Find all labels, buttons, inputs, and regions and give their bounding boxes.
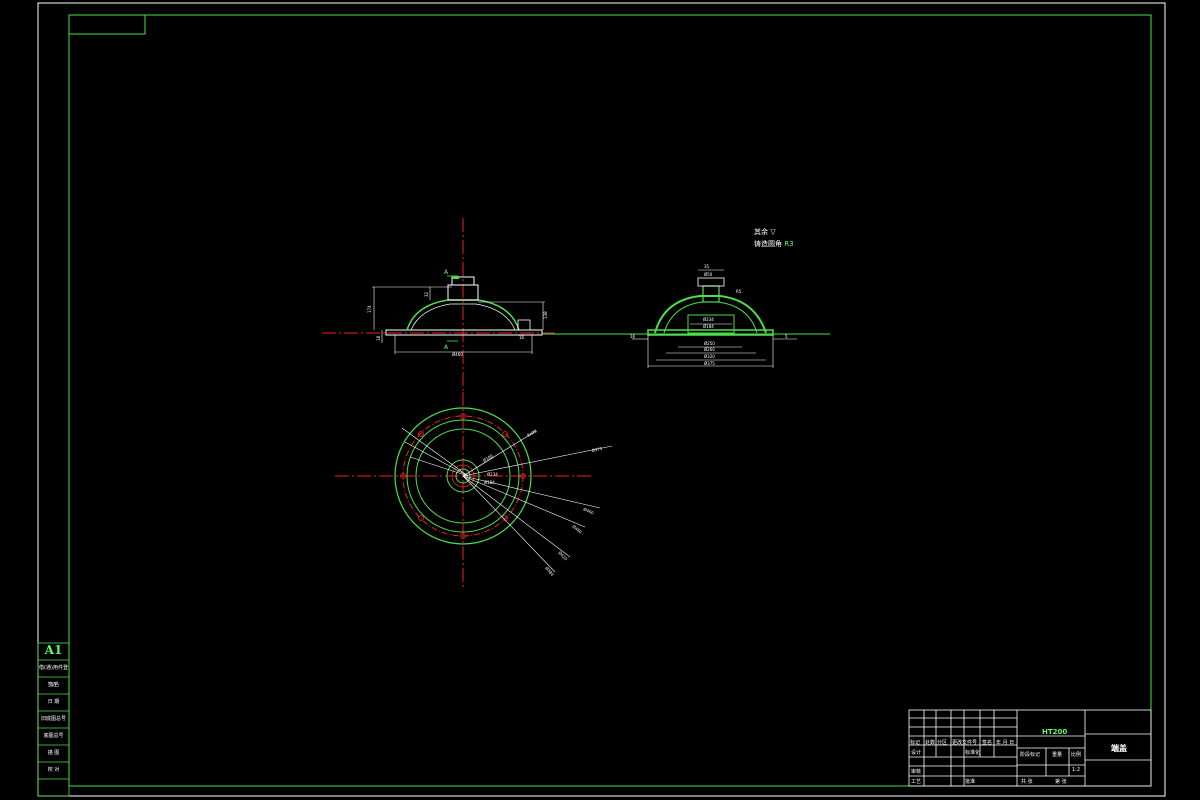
dim-sec-neck: 35 <box>704 264 710 269</box>
sheet-size-label: A1 <box>44 643 63 657</box>
strip-label-2: 签 名 <box>47 682 60 688</box>
header-date: 年 月 日 <box>996 740 1015 746</box>
surface-note: 其余 ▽ <box>754 228 776 236</box>
sheet-number: 第 张 <box>1055 779 1067 785</box>
dim-front-height: 174 <box>367 305 372 313</box>
dim-front-dome: 138 <box>543 311 548 319</box>
dim-plan-234: Ø234 <box>487 472 498 477</box>
material-label: HT200 <box>1042 728 1068 736</box>
weight-header: 重量 <box>1052 752 1063 758</box>
section-mark-top: A <box>444 269 449 276</box>
dim-sec-d320: Ø320 <box>704 354 715 359</box>
row-design: 设计 <box>911 750 922 756</box>
dim-sec-right: 5 <box>785 334 788 339</box>
strip-label-6: 描 图 <box>47 750 60 756</box>
dim-sec-d260: Ø260 <box>704 347 715 352</box>
dim-sec-radius: R5 <box>736 289 742 294</box>
header-mark: 标记 <box>910 740 921 746</box>
header-zone: 分区 <box>937 740 948 746</box>
inner-border <box>68 14 1152 787</box>
dim-plan-460: Ø460 <box>583 506 595 515</box>
row-standard: 标准化 <box>965 750 981 756</box>
front-view: 174 32 18 138 Ø460 16 A A <box>322 218 555 392</box>
strip-label-5: 底图总号 <box>43 733 64 739</box>
dim-sec-inner1: Ø234 <box>703 317 714 322</box>
casting-note: 铸造圆角 R3 <box>754 240 794 248</box>
dim-front-flange: 18 <box>376 335 381 341</box>
dim-plan-420: Ø420 <box>557 550 568 561</box>
row-process: 工艺 <box>911 779 922 785</box>
scale-header: 比例 <box>1071 752 1082 758</box>
dim-sec-bore: Ø50 <box>704 272 713 277</box>
section-mark-bottom: A <box>444 344 449 351</box>
scale-value: 1:2 <box>1072 767 1081 773</box>
row-approve: 批准 <box>965 779 976 785</box>
header-sign: 签名 <box>982 740 993 746</box>
dim-sec-d375: Ø375 <box>704 361 715 366</box>
dim-front-width: Ø460 <box>452 352 463 357</box>
header-count: 处数 <box>925 740 936 746</box>
plan-view: 8xØ8 Ø180 Ø375 Ø460 Ø480 Ø420 Ø384 Ø234 … <box>335 392 613 590</box>
dim-plan-holes: 8xØ8 <box>526 428 538 438</box>
cad-drawing: 174 32 18 138 Ø460 16 A A 35 Ø50 R5 Ø234… <box>37 2 1166 797</box>
dim-front-neck: 32 <box>424 291 429 297</box>
dim-plan-375: Ø375 <box>591 446 603 453</box>
part-name: 端盖 <box>1111 744 1127 753</box>
dim-sec-left: 16 <box>630 334 636 339</box>
strip-label-7: 校 对 <box>47 767 60 773</box>
outer-border <box>37 2 1166 797</box>
strip-label-3: 日 期 <box>47 699 60 705</box>
dim-plan-180: Ø180 <box>482 453 494 463</box>
row-review: 审核 <box>911 769 922 775</box>
dim-front-bolt: 16 <box>519 335 525 340</box>
top-left-box <box>68 14 146 35</box>
section-view: 35 Ø50 R5 Ø234 Ø184 Ø250 Ø260 Ø320 Ø375 … <box>630 264 797 368</box>
dim-plan-384: Ø384 <box>544 565 555 577</box>
strip-label-4: 旧底图总号 <box>40 716 66 722</box>
header-change: 更改文件号 <box>952 740 978 746</box>
dim-sec-inner2: Ø184 <box>703 324 714 329</box>
dim-plan-184: Ø184 <box>484 480 495 485</box>
dim-sec-d250: Ø250 <box>704 341 715 346</box>
stage-header: 阶段标记 <box>1020 752 1041 758</box>
sheet-total: 共 张 <box>1021 779 1033 785</box>
